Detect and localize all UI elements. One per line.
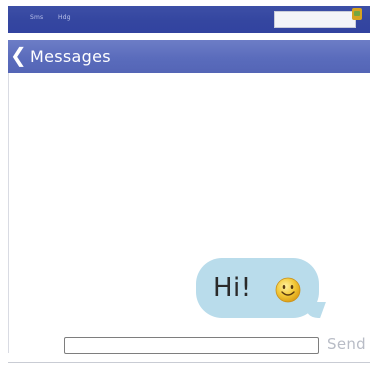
bottom-divider <box>8 362 370 363</box>
status-bar-left-text: Sms <box>30 14 44 21</box>
message-input[interactable] <box>64 337 319 354</box>
go-icon[interactable] <box>352 8 362 20</box>
send-button[interactable]: Send <box>327 335 366 353</box>
message-text: Hi! <box>213 273 252 303</box>
left-divider <box>8 73 9 353</box>
smiley-icon <box>275 277 301 303</box>
status-bar-right-text: Hdg <box>58 14 71 21</box>
status-bar-field[interactable] <box>274 11 356 28</box>
page-title: Messages <box>30 47 111 66</box>
chevron-left-icon[interactable]: ❮ <box>10 45 27 65</box>
messages-header: ❮ Messages <box>8 40 370 73</box>
status-bar: Sms Hdg <box>8 6 370 33</box>
messages-screen: Sms Hdg ❮ Messages Hi! Send <box>0 0 370 372</box>
